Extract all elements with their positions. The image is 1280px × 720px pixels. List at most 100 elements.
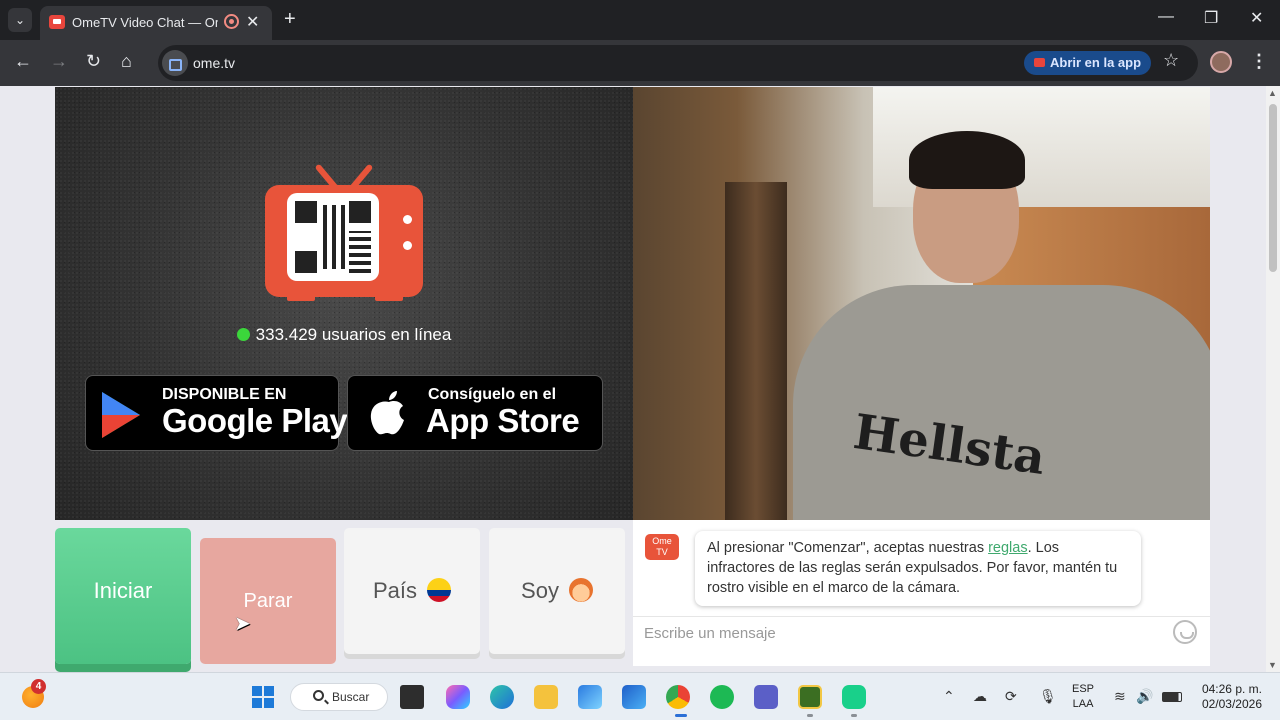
gender-label: Soy bbox=[521, 578, 559, 603]
country-label: País bbox=[372, 578, 418, 603]
emoji-icon[interactable] bbox=[1173, 620, 1197, 644]
sync-icon[interactable]: ⟳ bbox=[1005, 688, 1017, 705]
file-explorer-icon[interactable] bbox=[534, 685, 558, 709]
edge-icon[interactable] bbox=[490, 685, 514, 709]
static-noise bbox=[55, 87, 633, 520]
rules-link[interactable]: reglas bbox=[988, 540, 1028, 556]
google-play-button[interactable]: DISPONIBLE EN Google Play bbox=[85, 375, 348, 451]
system-message: Al presionar "Comenzar", aceptas nuestra… bbox=[695, 531, 1141, 606]
country-button[interactable]: País bbox=[344, 528, 480, 654]
chat-app-icon[interactable] bbox=[842, 685, 866, 709]
online-count: 333.429 usuarios en línea bbox=[255, 325, 452, 344]
browser-toolbar: ← → ↻ ⌂ ome.tv Abrir en la app ☆ bbox=[0, 40, 1280, 86]
chrome-icon[interactable] bbox=[666, 685, 690, 709]
outlook-icon[interactable] bbox=[622, 685, 646, 709]
address-bar[interactable]: ome.tv Abrir en la app ☆ bbox=[158, 45, 1198, 81]
chrome-active-indicator bbox=[675, 714, 687, 717]
wifi-icon[interactable]: ≋ bbox=[1114, 688, 1126, 705]
tv-leg bbox=[287, 293, 315, 301]
scroll-thumb[interactable] bbox=[1269, 104, 1277, 272]
browser-tab[interactable]: OmeTV Video Chat — Omegle ✕ bbox=[40, 6, 272, 40]
search-icon bbox=[313, 690, 324, 701]
apple-icon bbox=[370, 391, 404, 435]
camera-person-body bbox=[793, 285, 1210, 520]
microphone-icon[interactable]: 🎙 bbox=[1039, 688, 1057, 705]
app-store-big-text: App Store bbox=[426, 402, 580, 439]
ometv-favicon-icon bbox=[49, 15, 65, 29]
back-button[interactable]: ← bbox=[14, 51, 32, 72]
volume-icon[interactable]: 🔊 bbox=[1136, 688, 1153, 705]
tv-knob-icon bbox=[403, 241, 412, 250]
tv-knob-icon bbox=[403, 215, 412, 224]
keyboard-language[interactable]: ESP LAA bbox=[1072, 682, 1094, 712]
tv-leg bbox=[375, 293, 403, 301]
scroll-down-icon[interactable]: ▼ bbox=[1268, 660, 1277, 670]
scroll-up-icon[interactable]: ▲ bbox=[1268, 88, 1277, 98]
app-store-button[interactable]: Consíguelo en el App Store bbox=[347, 375, 603, 451]
page-content: 333.429 usuarios en línea DISPONIBLE EN … bbox=[0, 86, 1266, 672]
chat-panel: Ome TV Al presionar "Comenzar", aceptas … bbox=[633, 520, 1210, 666]
windows-start-icon[interactable] bbox=[252, 686, 274, 708]
online-users: 333.429 usuarios en línea bbox=[55, 325, 633, 345]
gender-button[interactable]: Soy bbox=[489, 528, 625, 654]
minimize-button[interactable]: — bbox=[1158, 8, 1174, 26]
tab-title: OmeTV Video Chat — Omegle bbox=[72, 15, 218, 30]
clock-time: 04:26 p. m. bbox=[1201, 682, 1262, 696]
forward-button[interactable]: → bbox=[50, 51, 68, 72]
message-placeholder: Escribe un mensaje bbox=[644, 625, 776, 642]
camera-shelf bbox=[725, 182, 787, 520]
ometv-qr-logo bbox=[265, 157, 425, 301]
chat-logo-line1: Ome bbox=[652, 536, 672, 546]
message-text-before: Al presionar "Comenzar", aceptas nuestra… bbox=[707, 540, 989, 556]
mouse-cursor-icon: ➤ bbox=[234, 613, 251, 635]
weather-badge: 4 bbox=[31, 679, 46, 694]
start-button[interactable]: Iniciar bbox=[55, 528, 191, 664]
microsoft-store-icon[interactable] bbox=[578, 685, 602, 709]
layout-code: LAA bbox=[1072, 698, 1094, 710]
chat-logo-line2: TV bbox=[656, 547, 668, 557]
system-clock[interactable]: 04:26 p. m. 02/03/2026 bbox=[1194, 682, 1262, 712]
language-code: ESP bbox=[1072, 683, 1095, 695]
search-label: Buscar bbox=[332, 690, 370, 704]
page-scrollbar[interactable]: ▲ ▼ bbox=[1266, 86, 1280, 672]
spotify-icon[interactable] bbox=[710, 685, 734, 709]
boy-emoji-icon bbox=[568, 578, 593, 602]
home-button[interactable]: ⌂ bbox=[121, 51, 132, 72]
online-status-icon bbox=[236, 328, 250, 341]
taskbar-search[interactable]: Buscar bbox=[290, 683, 388, 711]
google-play-icon bbox=[102, 392, 140, 438]
show-hidden-icons[interactable]: ⌃ bbox=[943, 688, 955, 705]
tab-close-icon[interactable]: ✕ bbox=[246, 12, 259, 32]
bookmark-star-icon[interactable]: ☆ bbox=[1163, 50, 1179, 71]
qr-code[interactable] bbox=[287, 193, 379, 281]
browser-menu-icon[interactable]: ⋮ bbox=[1250, 51, 1268, 72]
ometv-logo-icon: Ome TV bbox=[645, 534, 679, 560]
windows-taskbar: 4 Buscar ⌃ ☁ ⟳ 🎙 ESP LAA ≋ 🔊 04:26 p. m.… bbox=[0, 672, 1280, 720]
teams-icon[interactable] bbox=[754, 685, 778, 709]
message-input[interactable]: Escribe un mensaje bbox=[633, 616, 1210, 648]
camera-person-hair bbox=[909, 131, 1025, 189]
stop-button[interactable]: Parar bbox=[200, 538, 336, 664]
battery-icon[interactable] bbox=[1162, 692, 1182, 702]
minecraft-icon[interactable] bbox=[798, 685, 822, 709]
chat-app-running-indicator bbox=[851, 714, 857, 717]
restore-button[interactable]: ❐ bbox=[1204, 8, 1218, 28]
tab-strip: ⌄ OmeTV Video Chat — Omegle ✕ + — ❐ ✕ bbox=[0, 0, 1280, 40]
profile-avatar[interactable] bbox=[1210, 51, 1232, 73]
site-info-icon[interactable] bbox=[162, 50, 188, 76]
colombia-flag-icon bbox=[427, 578, 452, 602]
onedrive-icon[interactable]: ☁ bbox=[973, 688, 987, 705]
reload-button[interactable]: ↻ bbox=[86, 51, 101, 72]
recording-indicator-icon bbox=[224, 14, 239, 29]
tv-icon bbox=[265, 185, 423, 297]
open-in-app-button[interactable]: Abrir en la app bbox=[1024, 51, 1152, 75]
tab-search-button[interactable]: ⌄ bbox=[8, 8, 32, 32]
url-text[interactable]: ome.tv bbox=[193, 55, 235, 71]
window-close-button[interactable]: ✕ bbox=[1250, 8, 1263, 28]
new-tab-button[interactable]: + bbox=[284, 9, 296, 29]
clock-date: 02/03/2026 bbox=[1201, 697, 1262, 711]
google-play-big-text: Google Play bbox=[162, 402, 348, 439]
task-view-icon[interactable] bbox=[400, 685, 424, 709]
copilot-icon[interactable] bbox=[446, 685, 470, 709]
partner-video-placeholder: 333.429 usuarios en línea DISPONIBLE EN … bbox=[55, 87, 633, 520]
